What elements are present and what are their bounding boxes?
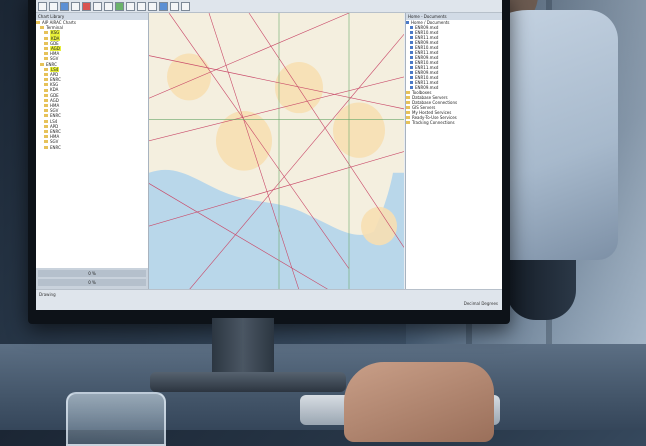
- folder-icon: [44, 93, 48, 97]
- folder-icon: [406, 111, 410, 114]
- folder-icon: [44, 36, 48, 40]
- doc-icon: [410, 35, 413, 40]
- doc-icon: [410, 70, 413, 75]
- folder-icon: [44, 130, 48, 134]
- status-left: Drawing: [39, 292, 56, 297]
- save-icon[interactable]: [60, 1, 69, 11]
- toolbar: [36, 0, 502, 13]
- pan-icon[interactable]: [148, 1, 157, 11]
- folder-icon: [44, 145, 48, 149]
- folder-icon: [44, 78, 48, 82]
- screen: Chart Library AIP AIRAC Charts Terminal …: [36, 0, 502, 310]
- folder-icon: [44, 109, 48, 113]
- folder-icon: [44, 135, 48, 139]
- open-icon[interactable]: [49, 1, 58, 11]
- new-icon[interactable]: [38, 1, 47, 11]
- doc-icon: [410, 60, 413, 65]
- folder-icon: [44, 98, 48, 102]
- undo-icon[interactable]: [93, 1, 102, 11]
- doc-icon: [410, 45, 413, 50]
- folder-icon: [406, 91, 410, 94]
- catalog-panel: Home - Documents Home / Documents ENR09.…: [405, 13, 502, 290]
- doc-icon: [410, 50, 413, 55]
- catalog-title: Home - Documents: [406, 13, 502, 20]
- folder-icon: [44, 119, 48, 123]
- folder-icon: [44, 104, 48, 108]
- print-icon[interactable]: [71, 1, 80, 11]
- measure-icon[interactable]: [181, 1, 190, 11]
- doc-icon: [410, 75, 413, 80]
- select-icon[interactable]: [170, 1, 179, 11]
- folder-icon: [44, 31, 48, 35]
- folder-icon: [406, 101, 410, 104]
- folder-icon: [44, 124, 48, 128]
- folder-icon: [406, 106, 410, 109]
- progress-area: 0 % 0 %: [36, 268, 148, 290]
- status-bar: Drawing Decimal Degrees: [36, 289, 502, 310]
- zoom-in-icon[interactable]: [126, 1, 135, 11]
- folder-icon: [44, 67, 48, 71]
- tree-item[interactable]: ENRC: [36, 145, 148, 150]
- folder-icon: [44, 57, 48, 61]
- status-right: Decimal Degrees: [463, 301, 498, 306]
- redo-icon[interactable]: [104, 1, 113, 11]
- folder-icon: [44, 88, 48, 92]
- catalog-item[interactable]: Tracking Connections: [406, 120, 502, 125]
- folder-icon: [40, 26, 44, 30]
- doc-icon: [410, 65, 413, 70]
- doc-icon: [410, 30, 413, 35]
- folder-icon: [44, 83, 48, 87]
- hand: [344, 362, 494, 442]
- folder-icon: [44, 41, 48, 45]
- folder-icon: [406, 116, 410, 119]
- add-data-icon[interactable]: [115, 1, 124, 11]
- doc-icon: [406, 20, 409, 25]
- delete-icon[interactable]: [82, 1, 91, 11]
- aeronautical-map[interactable]: [149, 13, 404, 290]
- folder-icon: [44, 72, 48, 76]
- folder-icon: [44, 52, 48, 56]
- monitor: Chart Library AIP AIRAC Charts Terminal …: [28, 0, 510, 324]
- folder-icon: [406, 96, 410, 99]
- identify-icon[interactable]: [159, 1, 168, 11]
- folder-icon: [44, 140, 48, 144]
- monitor-stand-neck: [212, 318, 274, 378]
- folder-icon: [406, 121, 410, 124]
- panel-title: Chart Library: [36, 13, 148, 20]
- doc-icon: [410, 55, 413, 60]
- folder-icon: [44, 47, 48, 51]
- water-glass: [66, 392, 166, 446]
- doc-icon: [410, 85, 413, 90]
- monitor-stand-base: [150, 372, 346, 392]
- progress-bar: 0 %: [38, 270, 146, 277]
- doc-icon: [410, 25, 413, 30]
- map-canvas: [149, 13, 404, 290]
- chart-library-panel: Chart Library AIP AIRAC Charts Terminal …: [36, 13, 149, 290]
- folder-icon: [40, 62, 44, 66]
- zoom-out-icon[interactable]: [137, 1, 146, 11]
- doc-icon: [410, 80, 413, 85]
- folder-icon: [44, 114, 48, 118]
- folder-icon: [36, 21, 40, 25]
- progress-bar: 0 %: [38, 279, 146, 286]
- doc-icon: [410, 40, 413, 45]
